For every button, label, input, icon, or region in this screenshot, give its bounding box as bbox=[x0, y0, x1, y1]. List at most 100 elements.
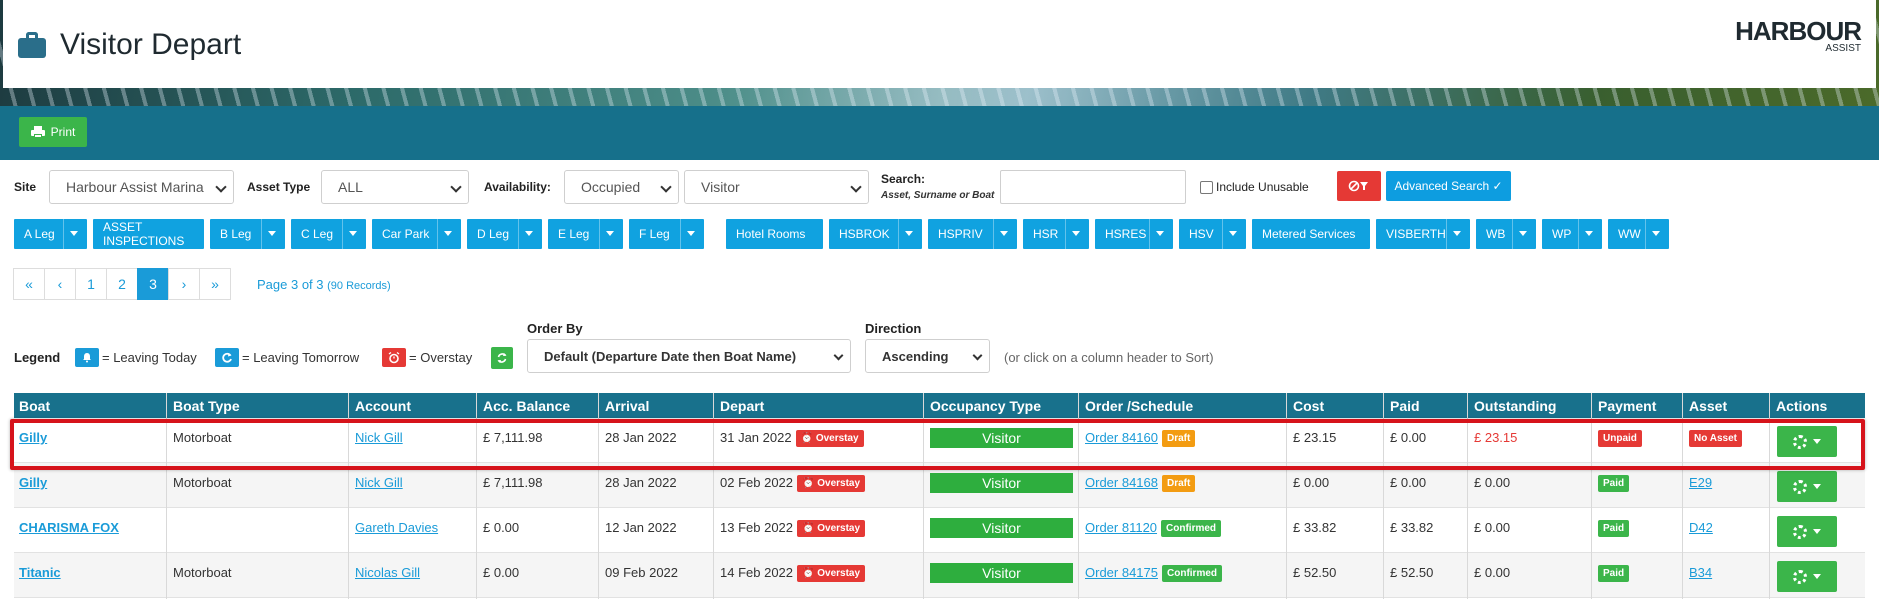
asset-link[interactable]: B34 bbox=[1689, 565, 1712, 580]
clear-filters-button[interactable] bbox=[1337, 171, 1381, 201]
asset-link[interactable]: E29 bbox=[1689, 475, 1712, 490]
order-link[interactable]: Order 84175 bbox=[1085, 565, 1158, 580]
page-2-button[interactable]: 2 bbox=[106, 268, 138, 300]
leg-button-car-park[interactable]: Car Park bbox=[372, 219, 461, 249]
leg-button-wp[interactable]: WP bbox=[1542, 219, 1602, 249]
printer-icon bbox=[30, 126, 45, 138]
asset-link[interactable]: D42 bbox=[1689, 520, 1713, 535]
availability-value: Occupied bbox=[581, 179, 641, 195]
leg-button-b[interactable]: B Leg bbox=[210, 219, 285, 249]
table-row: CHARISMA FOX Gareth Davies £ 0.00 12 Jan… bbox=[14, 508, 1865, 553]
overstay-badge: ⏰ Overstay bbox=[795, 430, 864, 448]
col-acc-balance[interactable]: Acc. Balance bbox=[483, 398, 570, 414]
leg-button-hotel-rooms[interactable]: Hotel Rooms bbox=[726, 219, 823, 249]
depart-date: 02 Feb 2022 bbox=[720, 475, 794, 490]
col-account[interactable]: Account bbox=[355, 398, 411, 414]
order-link[interactable]: Order 84168 bbox=[1085, 475, 1158, 490]
page-1-button[interactable]: 1 bbox=[75, 268, 107, 300]
first-page-button[interactable]: « bbox=[13, 268, 45, 300]
harbour-assist-logo: HARBOUR ASSIST bbox=[1735, 16, 1862, 54]
leg-button-ww[interactable]: WW bbox=[1608, 219, 1669, 249]
overstay-badge: ⏰ Overstay bbox=[797, 475, 866, 493]
leg-label: WB bbox=[1486, 227, 1506, 241]
leg-button-hspriv[interactable]: HSPRIV bbox=[928, 219, 1017, 249]
order-status-badge: Draft bbox=[1162, 430, 1196, 448]
asset-type-select[interactable]: ALL bbox=[321, 170, 469, 204]
include-unusable-checkbox[interactable] bbox=[1200, 180, 1213, 194]
leg-button-hsr[interactable]: HSR bbox=[1023, 219, 1089, 249]
header-white-panel bbox=[3, 0, 1876, 88]
depart-cell: 31 Jan 2022 ⏰ Overstay bbox=[720, 430, 864, 448]
col-occupancy-type[interactable]: Occupancy Type bbox=[930, 398, 1041, 414]
col-payment[interactable]: Payment bbox=[1598, 398, 1656, 414]
leg-button-visberth[interactable]: VISBERTH bbox=[1376, 219, 1470, 249]
payment-status-badge: Unpaid bbox=[1598, 430, 1642, 448]
actions-button[interactable] bbox=[1777, 516, 1837, 547]
actions-button[interactable] bbox=[1777, 561, 1837, 592]
payment-cell: Paid bbox=[1598, 520, 1630, 538]
actions-button[interactable] bbox=[1777, 426, 1837, 457]
col-paid[interactable]: Paid bbox=[1390, 398, 1420, 414]
paid: £ 0.00 bbox=[1390, 475, 1427, 490]
table-row: Gilly Motorboat Nick Gill £ 7,111.98 28 … bbox=[14, 418, 1865, 463]
print-button[interactable]: Print bbox=[19, 117, 87, 147]
direction-select[interactable]: Ascending bbox=[865, 339, 990, 373]
last-page-button[interactable]: » bbox=[199, 268, 231, 300]
leg-button-f[interactable]: F Leg bbox=[629, 219, 704, 249]
col-boat[interactable]: Boat bbox=[19, 398, 50, 414]
leg-button-hsbrok[interactable]: HSBROK bbox=[829, 219, 922, 249]
leg-button-d[interactable]: D Leg bbox=[467, 219, 542, 249]
advanced-search-button[interactable]: Advanced Search ✓ bbox=[1386, 171, 1511, 201]
leg-label: C Leg bbox=[301, 227, 334, 241]
include-unusable[interactable]: Include Unusable bbox=[1200, 180, 1309, 194]
search-input[interactable] bbox=[1000, 170, 1186, 204]
leg-button-a[interactable]: A Leg bbox=[14, 219, 87, 249]
col-cost[interactable]: Cost bbox=[1293, 398, 1324, 414]
chevron-down-icon bbox=[450, 181, 462, 193]
refresh-list-button[interactable] bbox=[491, 347, 513, 369]
col-arrival[interactable]: Arrival bbox=[605, 398, 649, 414]
boat-link[interactable]: CHARISMA FOX bbox=[19, 520, 119, 535]
caret-down-icon bbox=[1229, 231, 1237, 236]
page-3-button[interactable]: 3 bbox=[137, 268, 169, 300]
cost: £ 23.15 bbox=[1293, 430, 1337, 445]
col-depart[interactable]: Depart bbox=[720, 398, 764, 414]
payment-cell: Unpaid bbox=[1598, 430, 1642, 448]
leg-button-c[interactable]: C Leg bbox=[291, 219, 366, 249]
caret-down-icon bbox=[1813, 484, 1821, 489]
caret-down-icon bbox=[1813, 529, 1821, 534]
col-outstanding[interactable]: Outstanding bbox=[1474, 398, 1556, 414]
leg-button-hsres[interactable]: HSRES bbox=[1095, 219, 1173, 249]
col-order-schedule[interactable]: Order /Schedule bbox=[1085, 398, 1193, 414]
prev-page-button[interactable]: ‹ bbox=[44, 268, 76, 300]
account-link[interactable]: Nick Gill bbox=[355, 430, 403, 445]
leg-button-hsv[interactable]: HSV bbox=[1179, 219, 1246, 249]
departures-table: Boat Boat Type Account Acc. Balance Arri… bbox=[14, 393, 1865, 609]
print-label: Print bbox=[50, 125, 76, 139]
caret-down-icon bbox=[444, 231, 452, 236]
order-link[interactable]: Order 81120 bbox=[1085, 520, 1157, 535]
leg-button-asset-inspections[interactable]: ASSET INSPECTIONS bbox=[93, 219, 204, 249]
site-select[interactable]: Harbour Assist Marina bbox=[49, 170, 234, 204]
actions-button[interactable] bbox=[1777, 471, 1837, 502]
leg-button-metered-services[interactable]: Metered Services bbox=[1252, 219, 1370, 249]
table-row: Gilly Motorboat Nick Gill £ 7,111.98 28 … bbox=[14, 463, 1865, 508]
boat-link[interactable]: Titanic bbox=[19, 565, 61, 580]
next-page-button[interactable]: › bbox=[168, 268, 200, 300]
order-link[interactable]: Order 84160 bbox=[1085, 430, 1158, 445]
order-status-badge: Confirmed bbox=[1162, 565, 1222, 583]
order-by-select[interactable]: Default (Departure Date then Boat Name) bbox=[527, 339, 851, 373]
availability-select[interactable]: Occupied bbox=[564, 170, 679, 204]
account-link[interactable]: Nick Gill bbox=[355, 475, 403, 490]
leg-button-e[interactable]: E Leg bbox=[548, 219, 623, 249]
col-boat-type[interactable]: Boat Type bbox=[173, 398, 240, 414]
leg-button-wb[interactable]: WB bbox=[1476, 219, 1536, 249]
boat-link[interactable]: Gilly bbox=[19, 430, 47, 445]
account-link[interactable]: Gareth Davies bbox=[355, 520, 438, 535]
boat-type: Motorboat bbox=[173, 430, 232, 445]
occupant-type-select[interactable]: Visitor bbox=[684, 170, 869, 204]
caret-down-icon bbox=[70, 231, 78, 236]
col-asset[interactable]: Asset bbox=[1689, 398, 1727, 414]
boat-link[interactable]: Gilly bbox=[19, 475, 47, 490]
account-link[interactable]: Nicolas Gill bbox=[355, 565, 420, 580]
